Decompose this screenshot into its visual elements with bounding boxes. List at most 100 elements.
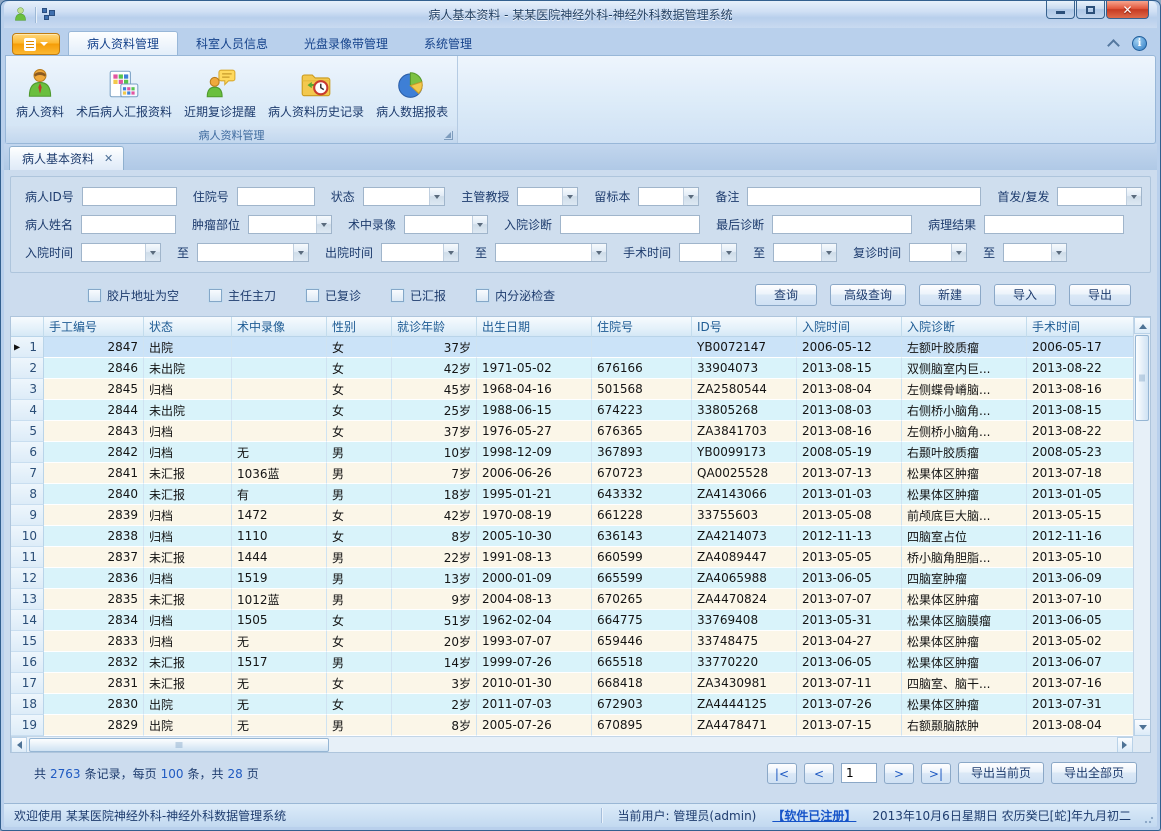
reported-checkbox[interactable]: 已汇报 [391, 287, 446, 304]
table-row[interactable]: 122836归档1519男13岁2000-01-09665599ZA406598… [11, 568, 1133, 589]
first-page-button[interactable]: |< [767, 763, 797, 784]
tab-patient-basic-info[interactable]: 病人基本资料 ✕ [9, 146, 124, 170]
discharge-date-from-combo[interactable] [381, 243, 459, 262]
advanced-query-button[interactable]: 高级查询 [830, 284, 906, 306]
column-header[interactable]: 手工编号 [44, 317, 144, 337]
table-row[interactable]: 52843归档女37岁1976-05-27676365ZA38417032013… [11, 421, 1133, 442]
ribbon-tab-department-staff-info[interactable]: 科室人员信息 [178, 31, 286, 55]
surgery-date-from-combo[interactable] [679, 243, 737, 262]
scroll-right-icon[interactable] [1117, 737, 1133, 753]
column-header[interactable]: 住院号 [592, 317, 692, 337]
chevron-down-icon[interactable] [951, 244, 966, 261]
surgery-date-to-combo[interactable] [773, 243, 837, 262]
column-header[interactable]: 就诊年龄 [392, 317, 477, 337]
followup-date-to-combo[interactable] [1003, 243, 1067, 262]
supervising-professor-combo[interactable] [517, 187, 578, 206]
chevron-down-icon[interactable] [443, 244, 458, 261]
column-header[interactable]: 性别 [327, 317, 392, 337]
table-row[interactable]: 62842归档无男10岁1998-12-09367893YB0099173200… [11, 442, 1133, 463]
last-page-button[interactable]: >| [921, 763, 951, 784]
tab-close-icon[interactable]: ✕ [104, 152, 113, 165]
followed-up-checkbox[interactable]: 已复诊 [306, 287, 361, 304]
table-row[interactable]: 152833归档无女20岁1993-07-0765944633748475201… [11, 631, 1133, 652]
chevron-down-icon[interactable] [683, 188, 698, 205]
table-row[interactable]: 172831未汇报无女3岁2010-01-30668418ZA343098120… [11, 673, 1133, 694]
new-button[interactable]: 新建 [919, 284, 981, 306]
column-header[interactable]: 术中录像 [232, 317, 327, 337]
ribbon-tab-disc-video-management[interactable]: 光盘录像带管理 [286, 31, 406, 55]
table-row[interactable]: ▶12847出院女37岁YB00721472006-05-12左额叶胶质瘤200… [11, 337, 1133, 358]
patient-name-input[interactable] [81, 215, 176, 234]
column-header[interactable]: 手术时间 [1027, 317, 1133, 337]
export-button[interactable]: 导出 [1069, 284, 1131, 306]
quick-access-blocks-icon[interactable] [42, 8, 56, 21]
info-icon[interactable]: i [1132, 36, 1147, 51]
pathology-result-input[interactable] [984, 215, 1124, 234]
chief-surgeon-operated-checkbox[interactable]: 主任主刀 [209, 287, 276, 304]
column-header[interactable] [11, 317, 44, 337]
column-header[interactable]: 入院时间 [797, 317, 902, 337]
export-current-page-button[interactable]: 导出当前页 [958, 762, 1044, 784]
table-row[interactable]: 72841未汇报1036蓝男7岁2006-06-26670723QA002552… [11, 463, 1133, 484]
table-row[interactable]: 182830出院无女2岁2011-07-03672903ZA4444125201… [11, 694, 1133, 715]
first-or-recurrence-combo[interactable] [1057, 187, 1142, 206]
column-header[interactable]: 状态 [144, 317, 232, 337]
table-row[interactable]: 142834归档1505女51岁1962-02-0466477533769408… [11, 610, 1133, 631]
chevron-down-icon[interactable] [429, 188, 444, 205]
close-button[interactable]: ✕ [1106, 1, 1149, 19]
specimen-kept-combo[interactable] [638, 187, 699, 206]
patient-id-input[interactable] [82, 187, 177, 206]
application-menu-button[interactable] [12, 33, 60, 55]
ribbon-tab-patient-data-management[interactable]: 病人资料管理 [68, 31, 178, 55]
scroll-down-icon[interactable] [1134, 719, 1151, 736]
table-row[interactable]: 92839归档1472女42岁1970-08-19661228337556032… [11, 505, 1133, 526]
remarks-input[interactable] [747, 187, 981, 206]
admission-diagnosis-input[interactable] [560, 215, 700, 234]
registered-link[interactable]: 【软件已注册】 [772, 807, 856, 824]
maximize-button[interactable] [1076, 1, 1105, 19]
dialog-launcher-icon[interactable] [444, 131, 453, 140]
vertical-scroll-thumb[interactable] [1135, 335, 1149, 421]
ribbon-tab-system-management[interactable]: 系统管理 [406, 31, 490, 55]
horizontal-scroll-thumb[interactable] [29, 738, 329, 752]
minimize-button[interactable] [1046, 1, 1075, 19]
collapse-ribbon-icon[interactable] [1106, 39, 1120, 49]
admission-date-from-combo[interactable] [81, 243, 161, 262]
status-combo[interactable] [363, 187, 446, 206]
next-page-button[interactable]: > [884, 763, 914, 784]
page-number-input[interactable] [841, 763, 877, 783]
ribbon-button-patient-data-report[interactable]: 病人数据报表 [370, 62, 454, 124]
chevron-down-icon[interactable] [721, 244, 736, 261]
ribbon-button-postop-report-data[interactable]: 术后病人汇报资料 [70, 62, 178, 124]
column-header[interactable]: 出生日期 [477, 317, 592, 337]
table-row[interactable]: 22846未出院女42岁1971-05-02676166339040732013… [11, 358, 1133, 379]
table-row[interactable]: 82840未汇报有男18岁1995-01-21643332ZA414306620… [11, 484, 1133, 505]
admission-number-input[interactable] [237, 187, 315, 206]
import-button[interactable]: 导入 [994, 284, 1056, 306]
scroll-up-icon[interactable] [1134, 317, 1151, 334]
table-row[interactable]: 112837未汇报1444男22岁1991-08-13660599ZA40894… [11, 547, 1133, 568]
chevron-down-icon[interactable] [472, 216, 487, 233]
chevron-down-icon[interactable] [145, 244, 160, 261]
table-row[interactable]: 162832未汇报1517男14岁1999-07-266655183377022… [11, 652, 1133, 673]
intraop-video-combo[interactable] [404, 215, 488, 234]
chevron-down-icon[interactable] [591, 244, 606, 261]
column-header[interactable]: ID号 [692, 317, 797, 337]
column-header[interactable]: 入院诊断 [902, 317, 1027, 337]
chevron-down-icon[interactable] [1126, 188, 1141, 205]
app-logo-icon[interactable] [12, 6, 29, 23]
query-button[interactable]: 查询 [755, 284, 817, 306]
admission-date-to-combo[interactable] [197, 243, 309, 262]
table-row[interactable]: 32845归档女45岁1968-04-16501568ZA25805442013… [11, 379, 1133, 400]
chevron-down-icon[interactable] [562, 188, 577, 205]
export-all-pages-button[interactable]: 导出全部页 [1051, 762, 1137, 784]
chevron-down-icon[interactable] [821, 244, 836, 261]
table-row[interactable]: 42844未出院女25岁1988-06-15674223338052682013… [11, 400, 1133, 421]
prev-page-button[interactable]: < [804, 763, 834, 784]
tumor-site-combo[interactable] [248, 215, 332, 234]
final-diagnosis-input[interactable] [772, 215, 912, 234]
discharge-date-to-combo[interactable] [495, 243, 607, 262]
film-address-empty-checkbox[interactable]: 胶片地址为空 [88, 287, 179, 304]
resize-grip[interactable] [1144, 814, 1154, 824]
chevron-down-icon[interactable] [1051, 244, 1066, 261]
